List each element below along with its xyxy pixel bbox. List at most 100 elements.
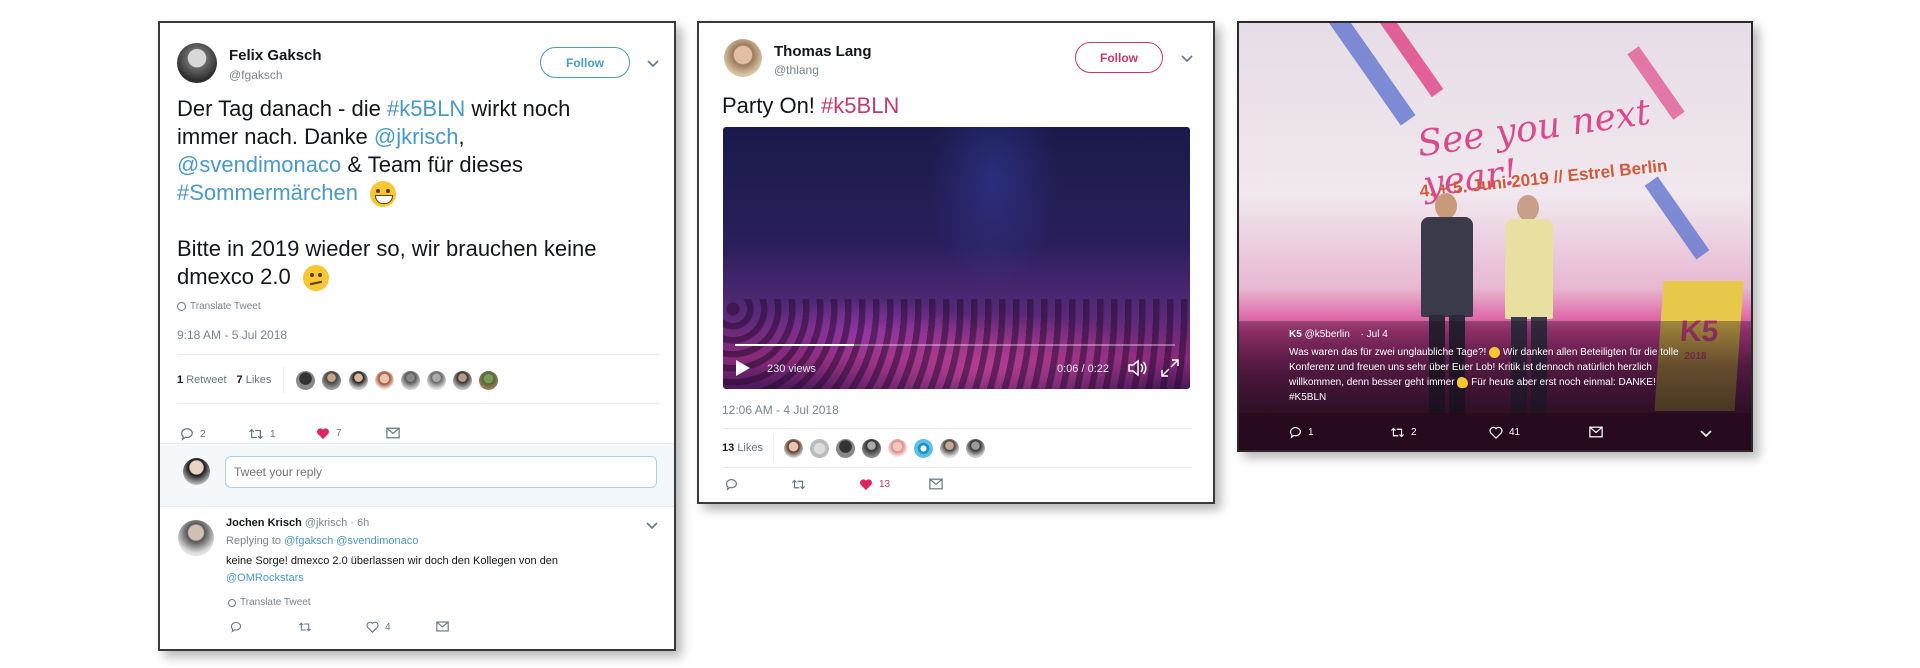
reply-author-meta[interactable]: @jkrisch · 6h <box>305 517 369 529</box>
timestamp[interactable]: 9:18 AM - 5 Jul 2018 <box>177 328 287 342</box>
divider <box>177 403 659 404</box>
retweet-action[interactable] <box>791 478 806 491</box>
message-action[interactable] <box>929 478 943 490</box>
chevron-down-icon[interactable] <box>1179 50 1195 66</box>
reply-action[interactable]: 1 <box>1289 426 1314 439</box>
mention-link[interactable]: @fgaksch @svendimonaco <box>284 535 418 547</box>
author-handle[interactable]: @fgaksch <box>229 68 283 82</box>
avatar[interactable] <box>177 43 217 83</box>
follow-button[interactable]: Follow <box>1075 42 1163 73</box>
likes-count[interactable]: 13 Likes <box>722 442 763 454</box>
grinning-emoji-icon <box>370 181 397 208</box>
envelope-icon <box>436 621 449 632</box>
author-handle[interactable]: @k5berlin <box>1305 329 1350 340</box>
reply-author-name[interactable]: Jochen Krisch <box>226 517 302 529</box>
envelope-icon <box>386 427 400 439</box>
likes-count[interactable]: 7 Likes <box>237 374 272 386</box>
hashtag-link[interactable]: #k5BLN <box>821 93 899 118</box>
liker-avatar[interactable] <box>966 438 986 458</box>
reply-compose-area <box>160 443 674 507</box>
reply-tweet[interactable]: Jochen Krisch @jkrisch · 6h Replying to … <box>160 507 674 647</box>
liker-avatar[interactable] <box>452 370 472 390</box>
retweet-icon <box>792 479 805 490</box>
message-action[interactable] <box>1589 426 1603 438</box>
tweet-card-thomas: Thomas Lang @thlang Follow Party On! #k5… <box>697 21 1215 504</box>
retweet-icon <box>249 428 263 440</box>
liker-avatars <box>296 370 501 390</box>
heart-icon <box>317 428 329 440</box>
liker-avatars <box>784 438 989 458</box>
tweet-text: Was waren das für zwei unglaubliche Tage… <box>1289 345 1739 405</box>
reply-action[interactable] <box>230 621 242 633</box>
liker-avatar[interactable] <box>784 438 803 458</box>
hashtag-link[interactable]: #k5BLN <box>387 96 465 121</box>
view-count: 230 views <box>767 363 816 375</box>
retweet-action[interactable] <box>298 621 312 633</box>
chevron-down-icon[interactable] <box>645 55 661 71</box>
reply-header: Jochen Krisch @jkrisch · 6h <box>226 517 369 529</box>
hashtag-link[interactable]: #K5BLN <box>1289 390 1739 405</box>
author-handle[interactable]: @thlang <box>774 63 819 77</box>
play-icon[interactable] <box>735 359 751 377</box>
author-name[interactable]: Felix Gaksch <box>229 47 322 64</box>
video-progress-track[interactable] <box>735 344 1175 346</box>
liker-avatar[interactable] <box>940 438 960 458</box>
liker-avatar[interactable] <box>478 370 498 390</box>
retweet-action[interactable]: 1 <box>248 427 276 441</box>
mention-link[interactable]: @svendimonaco <box>177 152 341 177</box>
liker-avatar[interactable] <box>374 370 394 390</box>
tweet-card-k5-photo: See you next year! 4. + 5. Juni 2019 // … <box>1237 21 1753 452</box>
author-name[interactable]: Thomas Lang <box>774 43 872 60</box>
fullscreen-icon[interactable] <box>1161 359 1179 377</box>
avatar[interactable] <box>724 39 762 77</box>
tweet-text: Der Tag danach - die #k5BLN wirkt noch i… <box>177 95 657 292</box>
translate-tweet-link[interactable]: Translate Tweet <box>228 597 311 608</box>
liker-avatar[interactable] <box>914 438 934 458</box>
smiling-emoji-icon <box>1489 346 1501 358</box>
like-action[interactable]: 41 <box>1489 426 1520 439</box>
liker-avatar[interactable] <box>888 438 908 458</box>
volume-icon[interactable] <box>1127 359 1149 377</box>
liker-avatar[interactable] <box>400 370 420 390</box>
divider <box>177 354 659 355</box>
like-action[interactable]: 4 <box>366 621 391 633</box>
hashtag-link[interactable]: #Sommermärchen <box>177 180 358 205</box>
translate-tweet-link[interactable]: Translate Tweet <box>177 301 261 312</box>
mention-link[interactable]: @jkrisch <box>374 124 459 149</box>
my-avatar <box>183 458 210 485</box>
liker-avatar[interactable] <box>348 370 368 390</box>
tweet-text: Party On! #k5BLN <box>722 93 900 118</box>
author-name[interactable]: K5 <box>1289 329 1302 340</box>
like-action[interactable]: 7 <box>316 427 342 440</box>
divider <box>722 428 1192 429</box>
heart-icon <box>366 621 379 633</box>
message-action[interactable] <box>386 427 400 439</box>
chevron-down-icon[interactable] <box>1698 425 1714 441</box>
envelope-icon <box>1589 426 1603 438</box>
like-action[interactable]: 13 <box>859 478 890 491</box>
reply-action[interactable] <box>725 478 738 491</box>
chevron-down-icon[interactable] <box>644 517 660 533</box>
reply-icon <box>1290 427 1301 439</box>
mention-link[interactable]: @OMRockstars <box>226 570 656 587</box>
liker-avatar[interactable] <box>836 438 856 458</box>
globe-icon <box>177 302 186 311</box>
liker-avatar[interactable] <box>296 370 316 390</box>
video-player[interactable]: 230 views 0:06 / 0:22 <box>723 127 1190 389</box>
replying-to: Replying to @fgaksch @svendimonaco <box>226 535 419 547</box>
liker-avatar[interactable] <box>810 438 830 458</box>
retweet-action[interactable]: 2 <box>1390 426 1417 439</box>
reply-input[interactable] <box>225 456 657 488</box>
reply-action[interactable]: 2 <box>180 427 206 441</box>
tweet-overlay: K5 @k5berlin · Jul 4 Was waren das für z… <box>1239 321 1751 450</box>
follow-button[interactable]: Follow <box>540 47 630 78</box>
message-action[interactable] <box>436 621 449 632</box>
liker-avatar[interactable] <box>426 370 446 390</box>
timestamp[interactable]: 12:06 AM - 4 Jul 2018 <box>722 403 839 417</box>
avatar[interactable] <box>178 520 214 556</box>
heart-icon <box>1489 426 1503 439</box>
retweet-count[interactable]: 1 Retweet <box>177 374 227 386</box>
liker-avatar[interactable] <box>862 438 882 458</box>
liker-avatar[interactable] <box>322 370 342 390</box>
retweet-icon <box>299 622 311 632</box>
